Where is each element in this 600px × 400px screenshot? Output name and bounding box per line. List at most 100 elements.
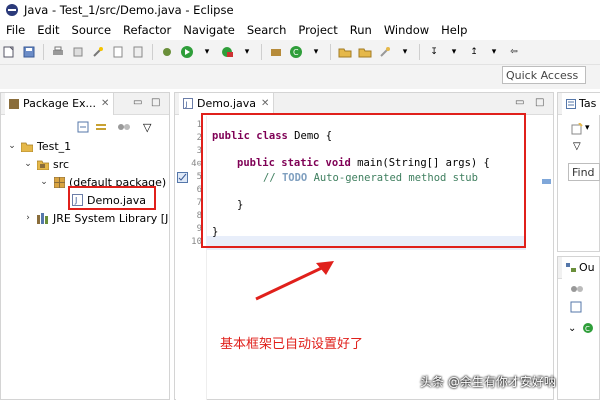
chevron-down-icon[interactable]: ▾ [309,45,323,59]
package-explorer-icon [9,98,19,109]
tree-item-src[interactable]: ⌄ src [23,155,69,173]
minimize-icon[interactable]: ▭ [133,97,142,108]
task-list-icon [566,98,576,109]
wand-icon[interactable] [91,45,105,59]
task-list-tab-label: Tas [579,97,597,110]
task-marker-icon[interactable] [177,172,188,186]
quick-access-input[interactable]: Quick Access [502,66,586,84]
menu-search[interactable]: Search [241,23,293,37]
view-menu-icon[interactable]: ▽ [143,121,151,136]
maximize-icon[interactable]: □ [151,97,160,108]
menu-file[interactable]: File [0,23,31,37]
tree-item-project[interactable]: ⌄ Test_1 [7,137,71,155]
chevron-down-icon[interactable]: ▾ [240,45,254,59]
chevron-down-icon[interactable]: ▾ [585,123,590,133]
chevron-down-icon[interactable]: ▾ [487,45,501,59]
new-task-icon[interactable] [571,122,583,138]
package-explorer-tab[interactable]: Package Ex... ✕ [5,92,115,115]
chevron-down-icon[interactable]: ⌄ [7,141,17,151]
package-icon [53,176,65,188]
package-explorer-header: Package Ex... ✕ ▭ □ [1,92,169,115]
menu-run[interactable]: Run [344,23,378,37]
menu-help[interactable]: Help [435,23,473,37]
task-list-tab[interactable]: Tas [562,92,600,115]
menu-source[interactable]: Source [66,23,118,37]
annotation-arrow-icon [255,261,334,301]
editor-header: J Demo.java ✕ ▭ □ [175,92,553,115]
brush-icon[interactable] [378,45,392,59]
link-editor-icon[interactable] [95,121,107,136]
menu-edit[interactable]: Edit [31,23,65,37]
watermark-text: 头条 @余生有你才安好呐 [420,375,556,389]
line-number: 7 [196,198,202,208]
open-folder-icon[interactable] [358,45,372,59]
editor-tab-demo-java[interactable]: J Demo.java ✕ [179,92,275,115]
svg-text:J: J [185,101,188,109]
hide-fields-icon[interactable] [570,283,584,298]
close-icon[interactable]: ✕ [101,98,109,109]
toolbar-separator [419,44,420,60]
open-type-icon[interactable] [338,45,352,59]
chevron-down-icon[interactable]: ⌄ [39,177,49,187]
new-icon[interactable] [2,45,16,59]
java-file-icon: J [183,98,193,109]
chevron-right-icon[interactable]: › [23,213,33,223]
maximize-icon[interactable]: □ [535,97,544,108]
main-toolbar: ▾ ▾ C ▾ ▾ ↧ ▾ ↥ ▾ ⇦ [0,40,600,65]
overview-ruler-marker[interactable] [542,174,551,187]
next-annotation-icon[interactable]: ↧ [427,45,441,59]
close-icon[interactable]: ✕ [261,98,269,109]
menu-project[interactable]: Project [292,23,343,37]
toolbar-separator [330,44,331,60]
annotation-text: 基本框架已自动设置好了 [220,337,364,352]
svg-text:C: C [293,48,299,57]
chevron-down-icon[interactable]: ▾ [200,45,214,59]
external-tools-icon[interactable] [220,45,234,59]
code-highlight-box [201,113,526,248]
line-number: 10 [191,237,202,247]
chevron-down-icon[interactable]: ⌄ [23,159,33,169]
view-menu-icon[interactable]: ▽ [573,141,581,152]
filter-icon[interactable] [117,121,131,136]
menu-bar: File Edit Source Refactor Navigate Searc… [0,20,600,40]
tree-item-src-label: src [53,157,70,171]
minimize-icon[interactable]: ▭ [515,97,524,108]
debug-icon[interactable] [160,45,174,59]
line-number: 9 [196,224,202,234]
line-number: 4⊖ [191,159,202,169]
outline-header: Ou [558,256,599,279]
chevron-down-icon[interactable]: ⌄ [568,323,576,334]
title-bar: Java - Test_1/src/Demo.java - Eclipse [0,0,600,20]
task-find-input[interactable]: Find [568,163,600,181]
line-number: 3 [196,146,202,156]
menu-window[interactable]: Window [378,23,435,37]
line-number: 8 [196,211,202,221]
class-icon: C [582,322,594,337]
prev-annotation-icon[interactable]: ↥ [467,45,481,59]
eclipse-logo-icon [6,4,18,16]
collapse-all-icon[interactable] [77,121,89,136]
toolbar-separator [152,44,153,60]
back-icon[interactable]: ⇦ [507,45,521,59]
properties-icon[interactable] [71,45,85,59]
tree-item-jre-library[interactable]: › JRE System Library [J [23,209,168,227]
source-folder-icon [37,158,49,170]
save-icon[interactable] [22,45,36,59]
line-number: 2 [196,133,202,143]
chevron-down-icon[interactable]: ▾ [447,45,461,59]
doc-icon[interactable] [131,45,145,59]
project-folder-icon [21,140,33,152]
sort-icon[interactable] [570,301,582,316]
run-icon[interactable] [180,45,194,59]
tree-item-project-label: Test_1 [37,139,72,153]
package-explorer-tab-label: Package Ex... [23,97,97,110]
new-package-icon[interactable] [269,45,283,59]
menu-navigate[interactable]: Navigate [177,23,241,37]
new-class-icon[interactable]: C [289,45,303,59]
outline-tab[interactable]: Ou [562,256,599,279]
menu-refactor[interactable]: Refactor [117,23,177,37]
page-icon[interactable] [111,45,125,59]
file-highlight-box [68,186,156,210]
chevron-down-icon[interactable]: ▾ [398,45,412,59]
print-icon[interactable] [51,45,65,59]
